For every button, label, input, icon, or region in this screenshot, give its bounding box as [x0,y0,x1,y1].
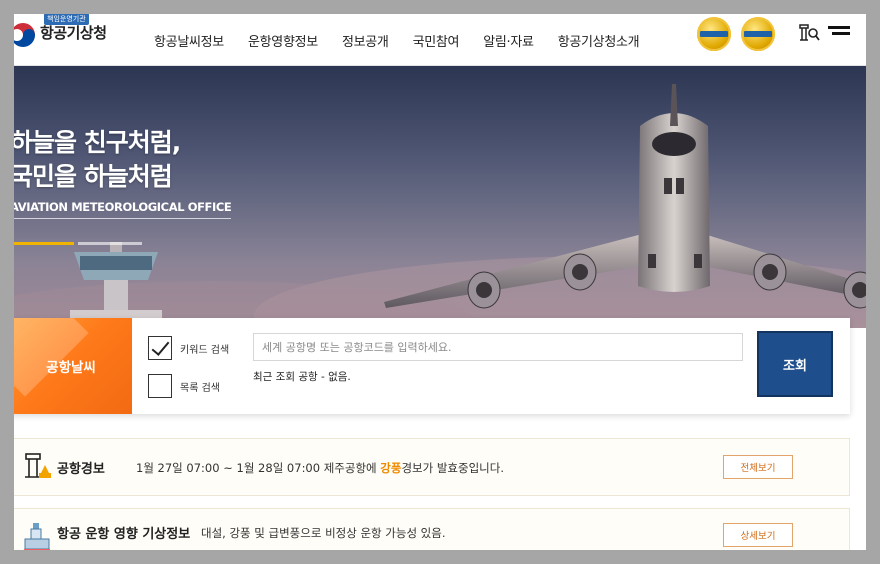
slide-indicator-active[interactable] [14,242,74,245]
airport-warning-bar: 공항경보 1월 27일 07:00 ~ 1월 28일 07:00 제주공항에 강… [14,438,850,496]
nav-item-notices-data[interactable]: 알림·자료 [483,31,534,50]
airport-weather-search: 공항날씨 키워드 검색 목록 검색 최근 조회 공항 - 없음. 조회 [14,318,850,414]
airport-tower-alert-icon [25,453,51,478]
keyword-search-option[interactable]: 키워드 검색 [148,336,229,360]
list-search-checkbox[interactable] [148,374,172,398]
hero-title-line-2: 국민을 하늘처럼 [14,162,173,191]
list-search-label: 목록 검색 [180,382,220,394]
page: 책임운영기관 항공기상청 항공날씨정보 운항영향정보 정보공개 국민참여 알림·… [14,14,866,550]
hamburger-menu-icon[interactable] [828,26,850,40]
view-all-button[interactable]: 전체보기 [723,455,793,479]
award-badge-icon[interactable] [741,17,775,51]
org-name: 항공기상청 [40,24,107,42]
nav-item-aviation-weather[interactable]: 항공날씨정보 [154,31,224,50]
hero-subtitle: AVIATION METEOROLOGICAL OFFICE [14,200,232,219]
airport-warning-text: 1월 27일 07:00 ~ 1월 28일 07:00 제주공항에 강풍경보가 … [136,460,504,476]
airport-warning-title: 공항경보 [57,462,105,477]
site-logo[interactable]: 책임운영기관 항공기상청 [14,14,120,58]
nav-item-flight-impact[interactable]: 운항영향정보 [248,31,318,50]
hero-banner: 하늘을 친구처럼, 국민을 하늘처럼 AVIATION METEOROLOGIC… [14,66,866,328]
taegeuk-emblem-icon [14,23,35,47]
screenshot-frame: 책임운영기관 항공기상청 항공날씨정보 운항영향정보 정보공개 국민참여 알림·… [0,0,880,564]
flight-impact-text: 대설, 강풍 및 급변풍으로 비정상 운항 가능성 있음. [201,526,446,540]
nav-item-about[interactable]: 항공기상청소개 [558,31,640,50]
airport-search-input[interactable] [253,333,743,361]
tower-search-icon[interactable] [798,22,820,44]
airport-weather-tab[interactable]: 공항날씨 [14,318,132,414]
warning-highlight: 강풍 [380,461,402,475]
airport-weather-tab-label: 공항날씨 [46,360,96,376]
slide-indicator[interactable] [78,242,142,245]
recent-airports-text: 최근 조회 공항 - 없음. [253,371,351,383]
main-nav: 항공날씨정보 운항영향정보 정보공개 국민참여 알림·자료 항공기상청소개 [154,14,663,66]
list-search-option[interactable]: 목록 검색 [148,374,220,398]
site-header: 책임운영기관 항공기상청 항공날씨정보 운항영향정보 정보공개 국민참여 알림·… [14,14,866,66]
airport-building-icon [24,523,50,550]
flight-impact-title: 항공 운항 영향 기상정보 [57,527,191,542]
award-badge-icon[interactable] [697,17,731,51]
nav-item-information-disclosure[interactable]: 정보공개 [342,31,389,50]
keyword-search-checkbox[interactable] [148,336,172,360]
nav-item-public-participation[interactable]: 국민참여 [413,31,460,50]
keyword-search-label: 키워드 검색 [180,344,230,356]
airplane-tower-illustration [14,84,866,328]
warning-text-after: 경보가 발효중입니다. [401,461,504,475]
flight-impact-weather-bar: 항공 운항 영향 기상정보 대설, 강풍 및 급변풍으로 비정상 운항 가능성 … [14,508,850,550]
search-button[interactable]: 조회 [757,331,833,397]
hero-title-line-1: 하늘을 친구처럼, [14,128,181,157]
warning-text-before: 1월 27일 07:00 ~ 1월 28일 07:00 제주공항에 [136,461,381,475]
view-details-button[interactable]: 상세보기 [723,523,793,547]
hero-title: 하늘을 친구처럼, 국민을 하늘처럼 [14,126,181,194]
